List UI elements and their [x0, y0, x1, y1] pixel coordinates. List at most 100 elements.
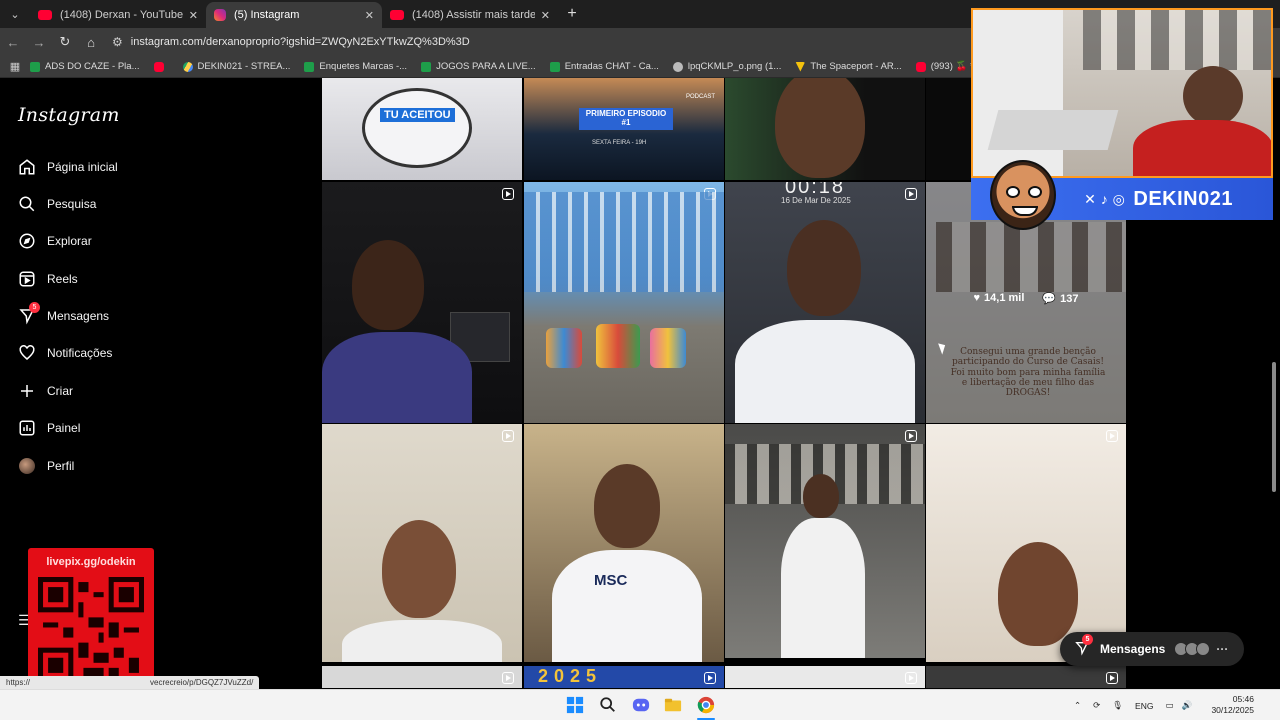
instagram-logo[interactable]: Instagram: [18, 104, 120, 126]
nav-create[interactable]: Criar: [18, 382, 73, 400]
network-icon[interactable]: ▭: [1165, 700, 1173, 711]
nav-label: Criar: [47, 384, 73, 398]
posters-shape: [1083, 10, 1271, 70]
post-tile[interactable]: MSC: [524, 424, 724, 662]
close-tab-icon[interactable]: ✕: [189, 9, 198, 22]
close-tab-icon[interactable]: ✕: [365, 9, 374, 22]
nav-explore[interactable]: Explorar: [18, 232, 92, 250]
windows-start-icon[interactable]: [566, 696, 584, 714]
reel-icon: [502, 672, 514, 684]
forward-icon[interactable]: →: [26, 35, 52, 50]
post-overlay-text: PODCAST: [686, 94, 716, 100]
bookmark-label: JOGOS PARA A LIVE...: [436, 61, 536, 72]
post-tile[interactable]: [322, 424, 522, 662]
streamer-shirt-shape: [1133, 120, 1271, 176]
discord-icon[interactable]: [632, 696, 650, 714]
streamer-webcam-overlay: [971, 8, 1273, 178]
link-status-bar: https:// vecrecreio/p/DGQZ7JVuZZd/: [0, 676, 260, 689]
bookmark-png[interactable]: lpqCKMLP_o.png (1...: [672, 61, 782, 72]
post-tile[interactable]: [322, 666, 522, 688]
language-indicator[interactable]: ENG: [1135, 701, 1153, 711]
tab-youtube-derxan[interactable]: (1408) Derxan - YouTube ✕: [30, 2, 206, 28]
bookmark-label: Enquetes Marcas -...: [319, 61, 408, 72]
tab-title: (5) Instagram: [234, 9, 300, 21]
post-tile[interactable]: [725, 666, 925, 688]
post-tile[interactable]: [524, 182, 724, 423]
nav-reels[interactable]: Reels: [18, 270, 78, 288]
nav-dashboard[interactable]: Painel: [18, 419, 80, 437]
social-icons: ✕ ♪ ◎: [1084, 190, 1126, 207]
search-icon[interactable]: [599, 696, 617, 714]
bookmark-ads-do-caze[interactable]: ADS DO CAZE - Pla...: [30, 61, 140, 72]
bookmark-dekin021[interactable]: DEKIN021 - STREA...: [182, 61, 290, 72]
file-explorer-icon[interactable]: [664, 696, 682, 714]
back-icon[interactable]: ←: [0, 35, 26, 50]
apps-grid-icon[interactable]: ▦: [0, 60, 30, 73]
bookmark-enquetes[interactable]: Enquetes Marcas -...: [304, 61, 407, 72]
nav-label: Perfil: [47, 459, 75, 473]
post-overlay-text: 2025: [538, 666, 603, 686]
messages-floating-button[interactable]: 5 Mensagens ···: [1060, 632, 1244, 666]
bookmark-label: lpqCKMLP_o.png (1...: [687, 61, 782, 72]
reels-icon: [18, 270, 36, 288]
tab-title: (1408) Assistir mais tarde - YouT: [412, 9, 535, 21]
streamer-head-shape: [1183, 66, 1243, 126]
chevron-up-icon[interactable]: ⌃: [1074, 700, 1081, 711]
compass-icon: [18, 232, 36, 250]
page-scrollbar[interactable]: [1272, 362, 1276, 492]
post-tile[interactable]: [926, 424, 1126, 662]
post-tile[interactable]: [926, 666, 1126, 688]
shirt-shape: [781, 518, 865, 658]
tab-instagram[interactable]: (5) Instagram ✕: [206, 2, 382, 28]
mascot-avatar-icon: [990, 160, 1056, 230]
face-shape: [998, 542, 1078, 646]
site-settings-icon[interactable]: ⚙: [112, 35, 123, 49]
tab-search-button[interactable]: ⌄: [0, 0, 30, 28]
livepix-qr-overlay: livepix.gg/odekin: [28, 548, 154, 694]
home-button-icon[interactable]: ⌂: [78, 35, 104, 50]
reel-icon: [502, 430, 514, 442]
plus-icon: [18, 382, 36, 400]
heart-filled-icon: ♥: [973, 292, 981, 304]
bookmark-label: The Spaceport - AR...: [810, 61, 902, 72]
reload-icon[interactable]: ↻: [52, 34, 78, 50]
bookmark-spaceport[interactable]: The Spaceport - AR...: [795, 61, 902, 72]
system-tray: ⌃ ⟳ 🎙 ENG ▭ 🔊: [1074, 690, 1192, 720]
bookmark-youtube[interactable]: [153, 61, 169, 72]
nav-search[interactable]: Pesquisa: [18, 195, 96, 213]
post-tile[interactable]: PRIMEIRO EPISODIO #1 PODCAST SEXTA FEIRA…: [524, 78, 724, 180]
volume-icon[interactable]: 🔊: [1182, 700, 1193, 711]
nav-notifications[interactable]: Notificações: [18, 344, 112, 362]
post-tile[interactable]: [322, 182, 522, 423]
recent-chat-avatars: [1174, 642, 1211, 656]
face-shape: [787, 220, 861, 316]
microphone-icon[interactable]: 🎙: [1112, 700, 1123, 711]
post-overlay-text: PRIMEIRO EPISODIO #1: [579, 108, 673, 130]
app-tray-icon[interactable]: ⟳: [1093, 700, 1100, 711]
post-tile[interactable]: 00:18 16 De Mar De 2025: [725, 182, 925, 423]
comment-icon: 💬: [1042, 293, 1057, 305]
bookmark-jogos[interactable]: JOGOS PARA A LIVE...: [421, 61, 536, 72]
nav-home[interactable]: Página inicial: [18, 158, 118, 176]
post-tile[interactable]: [725, 78, 925, 180]
status-url-start: https://: [6, 678, 31, 687]
bookmark-entradas[interactable]: Entradas CHAT - Ca...: [549, 61, 659, 72]
comments-count: 137: [1060, 292, 1079, 305]
shirt-shape: [735, 320, 915, 423]
avatar: [18, 457, 36, 475]
url-field[interactable]: ⚙ instagram.com/derxanoproprio?igshid=ZW…: [112, 31, 952, 53]
post-tile[interactable]: 2025: [524, 666, 724, 688]
post-tile[interactable]: TU ACEITOU: [322, 78, 522, 180]
post-tile[interactable]: [725, 424, 925, 658]
reel-icon: [704, 672, 716, 684]
nav-profile[interactable]: Perfil: [18, 457, 74, 475]
youtube-icon: [153, 61, 164, 72]
close-tab-icon[interactable]: ✕: [541, 9, 550, 22]
tab-youtube-watch-later[interactable]: (1408) Assistir mais tarde - YouT ✕: [382, 2, 558, 28]
youtube-favicon-icon: [38, 10, 52, 20]
taskbar-clock[interactable]: 05:46 30/12/2025: [1211, 694, 1254, 716]
chrome-icon[interactable]: [697, 696, 715, 714]
new-tab-button[interactable]: +: [558, 5, 586, 23]
nav-messages[interactable]: 5 Mensagens: [18, 302, 109, 325]
drum-shape: [650, 328, 686, 368]
